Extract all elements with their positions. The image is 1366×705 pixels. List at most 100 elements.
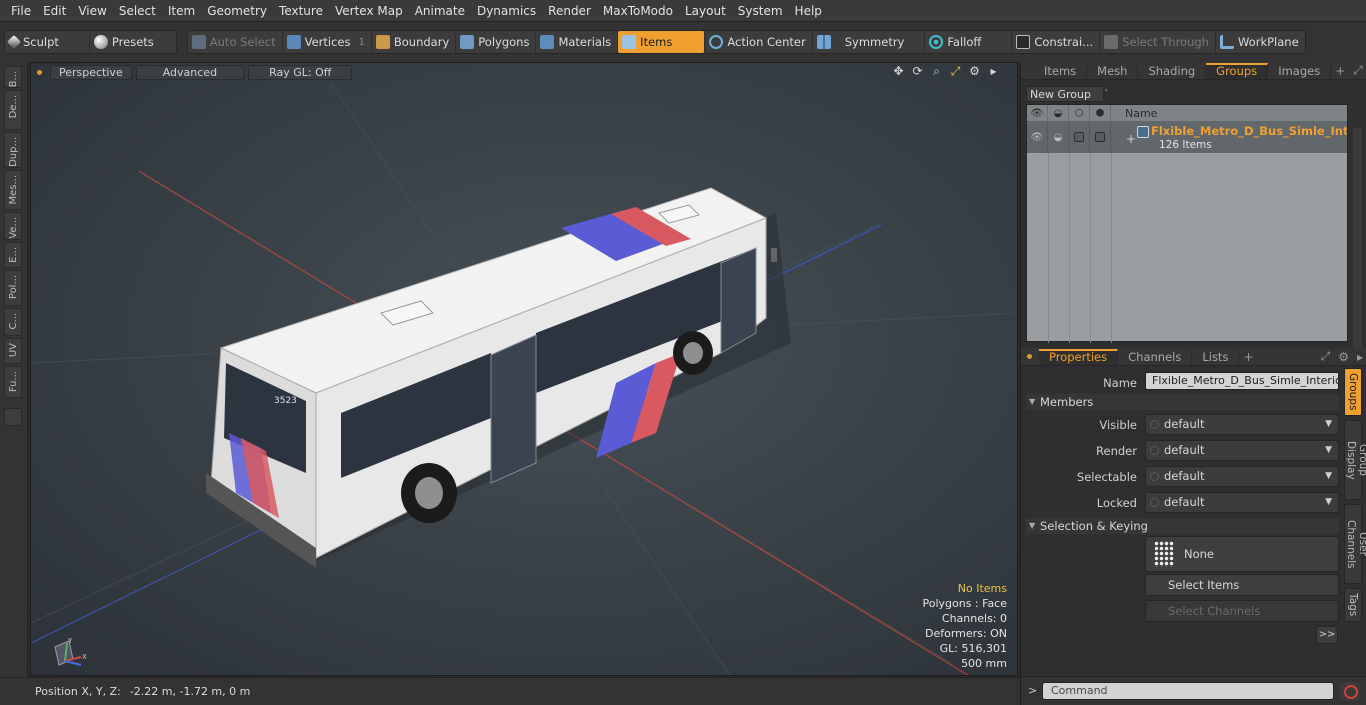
table-row[interactable]: 👁 ◒ + Flxible_Metro_D_Bus_Simle_Int... 1…	[1027, 121, 1347, 153]
render-col-icon[interactable]: ◒	[1048, 105, 1069, 121]
tab-properties[interactable]: Properties	[1039, 348, 1119, 365]
pop-out-icon[interactable]: ⤢	[1349, 63, 1366, 78]
3d-viewport[interactable]: 3523 Perspective Advanced Ray GL: Off ✥ …	[30, 62, 1018, 676]
menu-dynamics[interactable]: Dynamics	[471, 0, 542, 22]
left-tab-vertex[interactable]: Ve...	[4, 212, 22, 240]
items-button[interactable]: Items	[618, 31, 706, 53]
materials-label: Materials	[558, 35, 612, 49]
visibility-col-icon[interactable]: 👁	[1027, 105, 1048, 121]
menu-help[interactable]: Help	[789, 0, 828, 22]
menu-item[interactable]: Item	[162, 0, 201, 22]
symmetry-button[interactable]: Symmetry	[813, 31, 926, 53]
zoom-view-icon[interactable]: ⌕	[927, 64, 946, 79]
falloff-button[interactable]: Falloff	[925, 31, 1013, 53]
left-tab-edge[interactable]: E...	[4, 242, 22, 268]
row-visibility-icon[interactable]: 👁	[1027, 121, 1048, 153]
command-input[interactable]: Command	[1042, 682, 1334, 700]
left-tab-duplicate[interactable]: Dup...	[4, 132, 22, 168]
menu-geometry[interactable]: Geometry	[201, 0, 273, 22]
menu-layout[interactable]: Layout	[679, 0, 732, 22]
menu-animate[interactable]: Animate	[409, 0, 471, 22]
view-mode-dropdown[interactable]: Perspective	[50, 64, 132, 80]
viewport-settings-icon[interactable]: ⚙	[965, 64, 984, 79]
auto-select-button[interactable]: Auto Select	[188, 31, 283, 53]
groups-scrollbar[interactable]	[1353, 128, 1362, 364]
menu-vertex-map[interactable]: Vertex Map	[329, 0, 409, 22]
select-col-icon[interactable]: ⬢	[1090, 105, 1111, 121]
record-macro-icon[interactable]	[1340, 682, 1360, 700]
pop-out-icon[interactable]: ⤢	[1317, 349, 1335, 364]
polygons-button[interactable]: Polygons	[456, 31, 537, 53]
row-select-checkbox[interactable]	[1090, 121, 1111, 153]
tab-groups[interactable]: Groups	[1206, 62, 1269, 79]
left-tab-mesh[interactable]: Mes...	[4, 170, 22, 210]
row-lock-checkbox[interactable]	[1069, 121, 1090, 153]
new-group-button[interactable]: New Group	[1026, 86, 1104, 102]
row-render-icon[interactable]: ◒	[1048, 121, 1069, 153]
tab-shading[interactable]: Shading	[1138, 62, 1207, 79]
left-tab-basic[interactable]: B...	[4, 66, 22, 88]
menu-edit[interactable]: Edit	[37, 0, 72, 22]
left-tab-uv[interactable]: UV	[4, 338, 22, 364]
lock-col-icon[interactable]: ⬡	[1069, 105, 1090, 121]
raygl-dropdown[interactable]: Ray GL: Off	[248, 64, 353, 80]
side-tab-tags[interactable]: Tags	[1344, 588, 1362, 622]
expand-group-icon[interactable]: +	[1126, 132, 1136, 146]
viewport-expand-icon[interactable]: ▸	[984, 64, 1003, 79]
materials-button[interactable]: Materials	[536, 31, 619, 53]
add-tab-icon[interactable]: +	[1331, 64, 1349, 78]
side-tab-label: User Channels	[1345, 519, 1366, 569]
select-items-button[interactable]: Select Items	[1145, 574, 1339, 596]
left-tab-toggle[interactable]	[4, 408, 22, 426]
menu-texture[interactable]: Texture	[273, 0, 329, 22]
select-channels-button[interactable]: Select Channels	[1145, 600, 1339, 622]
rotate-view-icon[interactable]: ⟳	[908, 64, 927, 79]
visible-dropdown[interactable]: default ▼	[1145, 414, 1339, 435]
menu-file[interactable]: File	[0, 0, 37, 22]
selection-keying-section-header[interactable]: ▼ Selection & Keying	[1026, 518, 1339, 534]
sculpt-button[interactable]: Sculpt	[5, 31, 90, 53]
tab-items[interactable]: Items	[1034, 62, 1088, 79]
fit-view-icon[interactable]: ⤢	[946, 64, 965, 79]
presets-button[interactable]: Presets	[90, 31, 176, 53]
vertices-button[interactable]: Vertices 1	[283, 31, 372, 53]
name-column-header: Name	[1125, 106, 1158, 120]
tab-images[interactable]: Images	[1268, 62, 1332, 79]
left-tab-fusion[interactable]: Fu...	[4, 366, 22, 398]
render-dropdown[interactable]: default ▼	[1145, 440, 1339, 461]
panel-expand-icon[interactable]: ▸	[1353, 350, 1366, 364]
move-view-icon[interactable]: ✥	[889, 64, 908, 79]
shading-dropdown[interactable]: Advanced	[135, 64, 245, 80]
properties-settings-icon[interactable]: ⚙	[1334, 350, 1353, 364]
select-through-button[interactable]: Select Through	[1100, 31, 1216, 53]
menu-view[interactable]: View	[72, 0, 112, 22]
menu-system[interactable]: System	[732, 0, 789, 22]
side-tab-group-display[interactable]: Group Display	[1344, 420, 1366, 500]
tab-channels[interactable]: Channels	[1118, 348, 1193, 365]
expand-more-button[interactable]: >>	[1316, 626, 1338, 644]
side-tab-user-channels[interactable]: User Channels	[1344, 504, 1366, 584]
locked-dropdown[interactable]: default ▼	[1145, 492, 1339, 513]
menu-select[interactable]: Select	[113, 0, 162, 22]
groups-panel: New Group 👁 ◒ ⬡ ⬢ Name 👁 ◒ + Flxible_Met…	[1026, 86, 1362, 364]
right-panel: Items Mesh ... Shading Groups Images + ⤢…	[1020, 62, 1366, 705]
selectable-dropdown[interactable]: default ▼	[1145, 466, 1339, 487]
menu-maxtomodo[interactable]: MaxToModo	[597, 0, 679, 22]
workplane-button[interactable]: WorkPlane	[1216, 31, 1305, 53]
left-tab-curve[interactable]: C...	[4, 308, 22, 336]
boundary-button[interactable]: Boundary	[372, 31, 457, 53]
constraints-button[interactable]: Constrai...	[1012, 31, 1101, 53]
left-tab-deform[interactable]: De...	[4, 90, 22, 130]
left-tab-polygon[interactable]: Pol...	[4, 270, 22, 306]
tab-lists[interactable]: Lists	[1192, 348, 1240, 365]
menu-render[interactable]: Render	[542, 0, 597, 22]
action-center-button[interactable]: Action Center	[705, 31, 813, 53]
members-section-header[interactable]: ▼ Members	[1026, 394, 1339, 410]
side-tab-groups[interactable]: Groups	[1344, 368, 1362, 416]
name-field[interactable]: Flxible_Metro_D_Bus_Simle_Interior (	[1145, 372, 1339, 390]
tab-mesh[interactable]: Mesh ...	[1087, 62, 1139, 94]
viewport-menu-dot[interactable]	[37, 69, 42, 75]
bottom-panel-menu-dot[interactable]	[1027, 354, 1032, 359]
add-tab-icon[interactable]: +	[1239, 350, 1257, 364]
keying-none-button[interactable]: None	[1145, 536, 1339, 572]
